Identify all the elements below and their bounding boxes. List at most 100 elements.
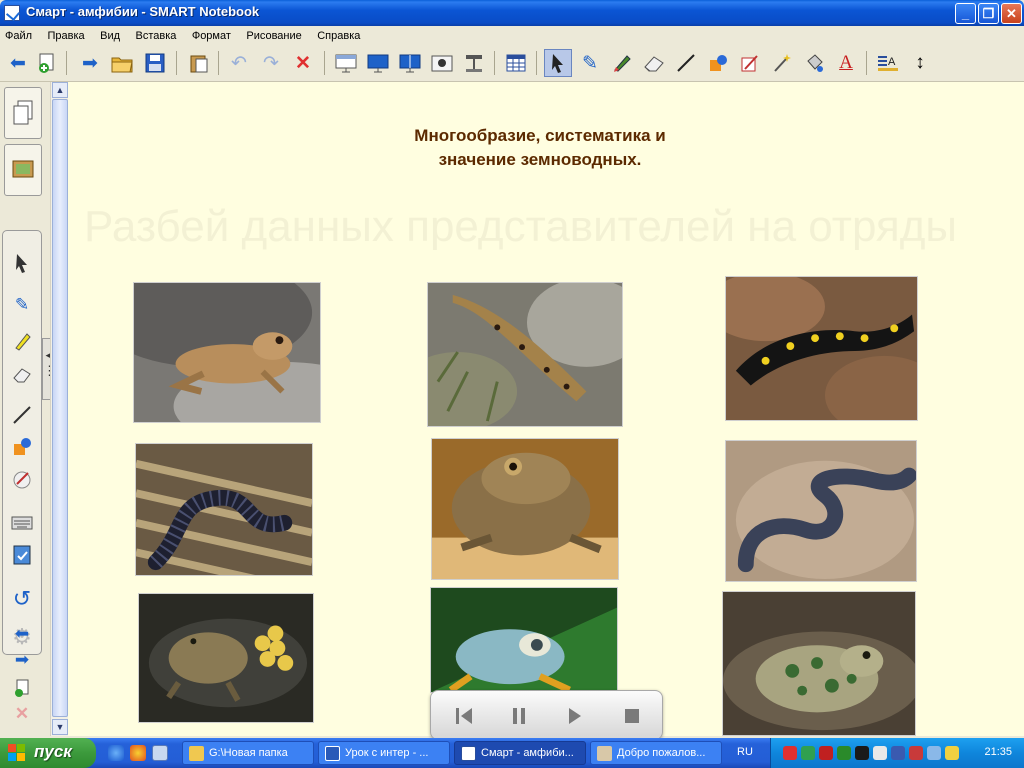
system-tray: 21:35: [770, 738, 1024, 768]
stop-icon[interactable]: [617, 701, 647, 731]
task-smart-notebook[interactable]: Смарт - амфиби...: [454, 741, 586, 765]
task-welcome[interactable]: Добро пожалов...: [590, 741, 722, 765]
table-icon[interactable]: [502, 49, 530, 77]
photo-green-toad[interactable]: [722, 591, 916, 736]
properties-icon[interactable]: A: [874, 49, 902, 77]
scroll-up-arrow-icon[interactable]: ▲: [52, 82, 68, 98]
back-arrow-icon[interactable]: ⬅: [4, 49, 32, 77]
vertical-scrollbar[interactable]: ▲ ▼: [50, 82, 68, 736]
magic-pen-icon[interactable]: [736, 49, 764, 77]
undo-icon[interactable]: ↺: [10, 586, 34, 611]
previous-page-arrow-icon[interactable]: ⬅: [10, 622, 34, 646]
open-folder-icon[interactable]: [108, 49, 136, 77]
shapes-icon[interactable]: [10, 435, 34, 459]
paste-clipboard-icon[interactable]: [185, 49, 213, 77]
media-icon[interactable]: [855, 746, 869, 760]
menu-draw[interactable]: Рисование: [241, 28, 307, 42]
screen-shade-icon[interactable]: [332, 49, 360, 77]
close-button[interactable]: ✕: [1001, 3, 1022, 24]
magic-pen-icon[interactable]: [10, 467, 34, 491]
maximize-button[interactable]: ❐: [978, 3, 999, 24]
photo-spotted-salamander[interactable]: [725, 276, 918, 421]
eraser-icon[interactable]: [10, 363, 34, 387]
smart-tools-icon[interactable]: [909, 746, 923, 760]
bluetooth-icon[interactable]: [891, 746, 905, 760]
photo-tree-frog[interactable]: [430, 587, 618, 693]
photo-toad[interactable]: [431, 438, 619, 580]
internet-explorer-icon[interactable]: [108, 745, 124, 761]
keyboard-icon[interactable]: [10, 511, 34, 535]
slide-canvas[interactable]: Разбей данных представителей на отряды М…: [68, 82, 1024, 736]
shapes-icon[interactable]: [704, 49, 732, 77]
update-icon[interactable]: [873, 746, 887, 760]
add-page-icon[interactable]: [33, 49, 61, 77]
eraser-icon[interactable]: [640, 49, 668, 77]
menu-file[interactable]: Файл: [0, 28, 38, 42]
move-toolbar-icon[interactable]: ↕: [906, 49, 934, 77]
line-tool-icon[interactable]: [10, 403, 34, 427]
magic-wand-icon[interactable]: [768, 49, 796, 77]
photo-caecilian-grey[interactable]: [725, 440, 917, 582]
start-button[interactable]: пуск: [0, 738, 96, 768]
page-sorter-tab-icon[interactable]: [4, 87, 42, 139]
pen-icon[interactable]: ✎: [10, 293, 34, 317]
notebook-icon[interactable]: [10, 543, 34, 567]
photo-caecilian[interactable]: [135, 443, 313, 576]
minimize-button[interactable]: _: [955, 3, 976, 24]
security-icon[interactable]: [837, 746, 851, 760]
browser-icon[interactable]: [130, 745, 146, 761]
network-icon[interactable]: [801, 746, 815, 760]
select-arrow-icon[interactable]: [10, 251, 34, 275]
scroll-down-arrow-icon[interactable]: ▼: [52, 719, 68, 735]
select-arrow-icon[interactable]: [544, 49, 572, 77]
pause-icon[interactable]: [504, 701, 534, 731]
toolbar-separator: [536, 51, 537, 75]
creative-pen-icon[interactable]: [608, 49, 636, 77]
redo-icon[interactable]: ↷: [257, 49, 285, 77]
main-toolbar: ⬅ ➡ ↶ ↷ ✕ ✎ A A ↕: [0, 44, 1024, 82]
full-screen-icon[interactable]: [364, 49, 392, 77]
text-tool-icon[interactable]: A: [832, 49, 860, 77]
dual-page-icon[interactable]: [396, 49, 424, 77]
menu-format[interactable]: Формат: [187, 28, 237, 42]
display-icon[interactable]: [927, 746, 941, 760]
document-camera-icon[interactable]: [460, 49, 488, 77]
scroll-thumb[interactable]: [52, 99, 68, 717]
previous-track-icon[interactable]: [449, 701, 479, 731]
gallery-tab-icon[interactable]: [4, 144, 42, 196]
volume-icon[interactable]: [945, 746, 959, 760]
add-page-icon[interactable]: [10, 676, 34, 700]
delete-x-icon[interactable]: ✕: [289, 49, 317, 77]
save-disk-icon[interactable]: [141, 49, 169, 77]
highlighter-icon[interactable]: [10, 329, 34, 353]
toolbar-separator: [866, 51, 867, 75]
screen-capture-icon[interactable]: [428, 49, 456, 77]
menu-insert[interactable]: Вставка: [130, 28, 182, 42]
language-indicator[interactable]: RU: [737, 746, 753, 758]
forward-arrow-icon[interactable]: ➡: [76, 49, 104, 77]
antivirus-icon[interactable]: [783, 746, 797, 760]
task-explorer[interactable]: G:\Новая папка: [182, 741, 314, 765]
photo-newt[interactable]: [427, 282, 623, 427]
toolbar-separator: [176, 51, 177, 75]
next-page-arrow-icon[interactable]: ➡: [10, 648, 34, 672]
photo-toad-with-eggs[interactable]: [138, 593, 314, 723]
line-tool-icon[interactable]: [672, 49, 700, 77]
undo-icon[interactable]: ↶: [225, 49, 253, 77]
shield-icon[interactable]: [819, 746, 833, 760]
smart-notebook-app-icon: [4, 5, 20, 21]
window-title: Смарт - амфибии - SMART Notebook: [26, 4, 260, 19]
menu-edit[interactable]: Правка: [43, 28, 91, 42]
toolbar-separator: [218, 51, 219, 75]
task-word-document[interactable]: Урок с интер - ...: [318, 741, 450, 765]
start-label: пуск: [34, 742, 72, 761]
menu-help[interactable]: Справка: [312, 28, 366, 42]
menu-view[interactable]: Вид: [95, 28, 126, 42]
media-player-controls: [430, 690, 663, 740]
delete-page-x-icon[interactable]: ✕: [10, 702, 34, 726]
fill-bucket-icon[interactable]: [800, 49, 828, 77]
photo-frog[interactable]: [133, 282, 321, 423]
pen-icon[interactable]: ✎: [576, 49, 604, 77]
play-icon[interactable]: [559, 701, 589, 731]
show-desktop-icon[interactable]: [152, 745, 168, 761]
